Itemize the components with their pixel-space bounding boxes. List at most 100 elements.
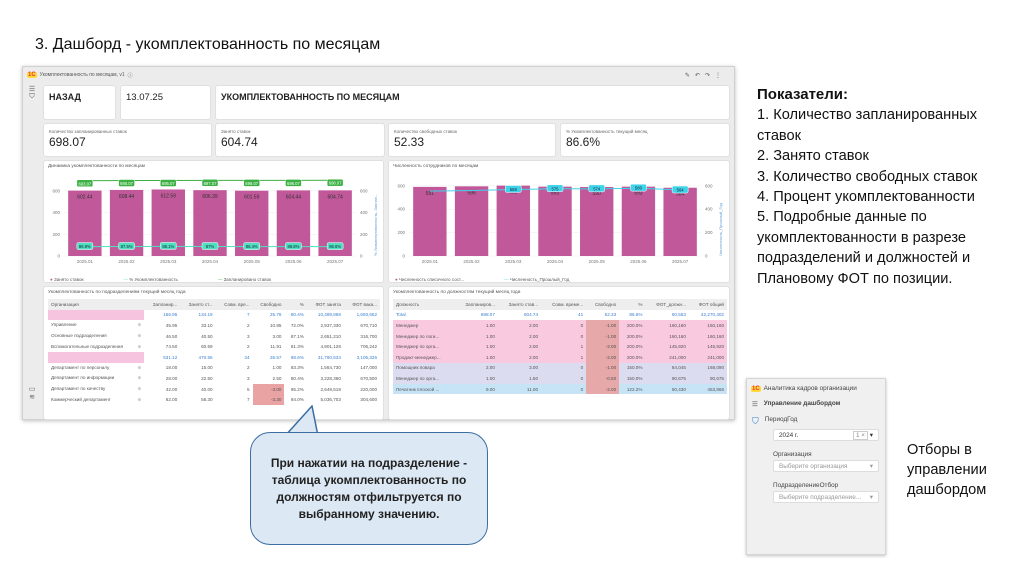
- table-row[interactable]: Менеджер по логи... 1.00 2.00 0 -1.00 200.0% 1…: [393, 330, 727, 342]
- filter-icon[interactable]: ⛉: [752, 416, 759, 427]
- dept-select[interactable]: Выберите подразделение... ▾: [773, 491, 879, 503]
- column-header[interactable]: %: [619, 299, 646, 310]
- table-row[interactable]: Total 698.07 604.74 41 52.33 86.6% 60,553 42,27…: [393, 309, 727, 321]
- legend-label: Занято ставок: [53, 277, 84, 282]
- chart-svg: 0 0 200 200 400 400 600 600 Численность_Прошлый_…: [397, 183, 723, 264]
- table-cell: 9.00: [485, 386, 495, 392]
- section-title: Управление дашбордом: [763, 400, 841, 407]
- table-row[interactable]: Менеджер по орга... 1.00 1.50 0 -0.50 150.0% 9…: [393, 373, 727, 384]
- table-cell: -3.30: [252, 394, 285, 405]
- filters-header: 1С Аналитика кадров организации: [747, 379, 885, 392]
- table-cell: 698.07: [480, 312, 495, 318]
- expand-icon[interactable]: ⊕: [137, 375, 141, 381]
- column-header[interactable]: Запланиров...: [454, 299, 498, 310]
- table-row[interactable]: Управление ⊕ 45.95 33.10 2 10.85 72.0% 2,937,33…: [48, 320, 380, 331]
- settings-icon[interactable]: ≋: [25, 393, 39, 401]
- expand-icon[interactable]: ⊕: [137, 365, 141, 371]
- table-cell: 0: [580, 365, 584, 371]
- expand-icon[interactable]: ⊕: [137, 322, 141, 328]
- table-cell: 0: [580, 386, 584, 392]
- legend-item[interactable]: ● Занято ставок: [50, 277, 83, 282]
- table-cell: 0: [580, 333, 584, 339]
- table-row[interactable]: Печатник плоской ... 9.00 11.00 0 -2.00 122.2…: [393, 383, 727, 395]
- info-icon[interactable]: ⓘ: [128, 72, 133, 79]
- table-cell: 7: [246, 397, 250, 403]
- kpi-free: Количество свободных ставок 52.33: [388, 123, 556, 157]
- y-tick-label: 400: [397, 207, 405, 212]
- table-row[interactable]: Помощник повара 2.00 3.00 0 -1.00 150.0% 84,04…: [393, 362, 727, 374]
- table-row[interactable]: Коммерческий департамент ⊕ 62.00 58.30 7 -3.3…: [48, 394, 380, 405]
- table-cell: 52.33: [586, 309, 620, 321]
- bar-label: 608.44: [119, 194, 135, 200]
- expand-icon[interactable]: ⊕: [137, 344, 141, 350]
- table-row[interactable]: Департамент по персоналу ⊕ 18.00 15.00 2 1.00…: [48, 362, 380, 374]
- column-header[interactable]: Совм. вре...: [215, 299, 253, 310]
- org-select[interactable]: Выберите организация ▾: [773, 460, 879, 472]
- table-row[interactable]: Основные подразделения ⊕ 46.50 40.50 3 3.00 87…: [48, 330, 380, 342]
- table-cell: 15.00: [201, 365, 213, 371]
- expand-icon[interactable]: ⊕: [137, 397, 141, 403]
- table-cell: 88.6%: [290, 354, 304, 360]
- table-cell: 166.95: [163, 312, 178, 318]
- legend-item[interactable]: — Запланировано ставок: [218, 277, 271, 282]
- column-header[interactable]: Занято став...: [497, 299, 542, 310]
- column-header[interactable]: Должность: [393, 299, 455, 310]
- table-cell: 3,105,326: [356, 354, 377, 360]
- x-tick-label: 2025.05: [589, 259, 606, 264]
- table-row[interactable]: Менеджер по орга... 1.00 2.00 1 -2.00 200.0% 1…: [393, 341, 727, 352]
- table-cell: 3: [246, 375, 250, 381]
- table-cell: 150.0%: [626, 365, 643, 371]
- back-button[interactable]: НАЗАД: [43, 85, 116, 120]
- indicators-title: Показатели:: [757, 86, 849, 103]
- expand-icon[interactable]: ⊕: [137, 333, 141, 339]
- table-cell: 145,920: [707, 344, 724, 350]
- data-label: 564: [677, 188, 685, 193]
- column-header[interactable]: Занято ст...: [180, 299, 216, 310]
- list-icon[interactable]: ☰: [752, 400, 758, 408]
- expand-icon[interactable]: ⊕: [137, 386, 141, 392]
- table-cell: -2.00: [586, 351, 620, 363]
- legend-item[interactable]: ● Численность списочного сост...: [395, 277, 464, 282]
- menu-icon[interactable]: ☰: [25, 85, 39, 93]
- table-cell: 41: [578, 312, 584, 318]
- comment-icon[interactable]: ▭: [25, 385, 39, 393]
- column-header[interactable]: Запланир...: [144, 299, 181, 310]
- legend-marker-icon: —: [123, 277, 128, 282]
- column-header[interactable]: Совм. време...: [541, 299, 587, 310]
- data-label: 580: [635, 186, 643, 191]
- table-row[interactable]: Департамент по качеству ⊕ 42.00 40.00 5 -3.00…: [48, 383, 380, 395]
- column-header[interactable]: %: [284, 299, 307, 310]
- table-row[interactable]: Департамент по информации ⊕ 28.00 22.50 3 2.5…: [48, 373, 380, 384]
- edit-undo-redo-more-icons[interactable]: ✎↶↷⋮: [685, 72, 726, 79]
- table-cell: Total: [396, 312, 406, 318]
- data-label: 695.07: [120, 181, 133, 186]
- column-header[interactable]: ФОТ_должн...: [645, 299, 689, 310]
- table-row[interactable]: 166.95 134.19 7 25.76 80.4% 10,489,868 1,693,6…: [48, 309, 380, 321]
- table-row[interactable]: Вспомогательные подразделения ⊕ 74.50 60.59…: [48, 341, 380, 352]
- data-label: 86.4%: [246, 244, 258, 249]
- clear-selection-button[interactable]: 1 ×: [852, 431, 868, 440]
- table-cell: 80.4%: [290, 375, 304, 381]
- table-row[interactable]: 531.12 470.55 34 26.57 88.6% 31,780,534 3,105,…: [48, 351, 380, 363]
- y-tick-label: 600: [397, 183, 405, 188]
- legend-item[interactable]: — Численность_Прошлый_Год: [504, 277, 569, 282]
- legend-item[interactable]: — % Укомплектованность: [123, 277, 177, 282]
- table-row[interactable]: Продакт-менеджер... 1.00 2.00 1 -2.00 200.0% 2…: [393, 351, 727, 363]
- table-cell: -0.50: [586, 373, 620, 384]
- column-header[interactable]: Организация: [48, 299, 145, 310]
- table-cell: 5: [246, 386, 250, 392]
- filter-icon[interactable]: ⛉: [25, 93, 39, 101]
- table-cell: 168,090: [707, 365, 724, 371]
- period-select[interactable]: 2024 г. 1 × ▾: [773, 429, 879, 441]
- data-label: 575: [552, 186, 560, 191]
- table-cell: 2.00: [529, 354, 539, 360]
- column-header[interactable]: ФОТ занята: [306, 299, 344, 310]
- column-header[interactable]: ФОТ общий: [688, 299, 727, 310]
- column-header[interactable]: Свободно: [586, 299, 620, 310]
- table-row[interactable]: Менеджер 1.00 2.00 0 -1.00 200.0% 160,160 160,1…: [393, 320, 727, 331]
- table-cell: Департамент по качеству ⊕: [51, 386, 142, 392]
- column-header[interactable]: Свободно: [252, 299, 285, 310]
- legend-marker-icon: —: [504, 277, 509, 282]
- column-header[interactable]: ФОТ вака...: [343, 299, 380, 310]
- table-cell: Управление ⊕: [51, 322, 142, 328]
